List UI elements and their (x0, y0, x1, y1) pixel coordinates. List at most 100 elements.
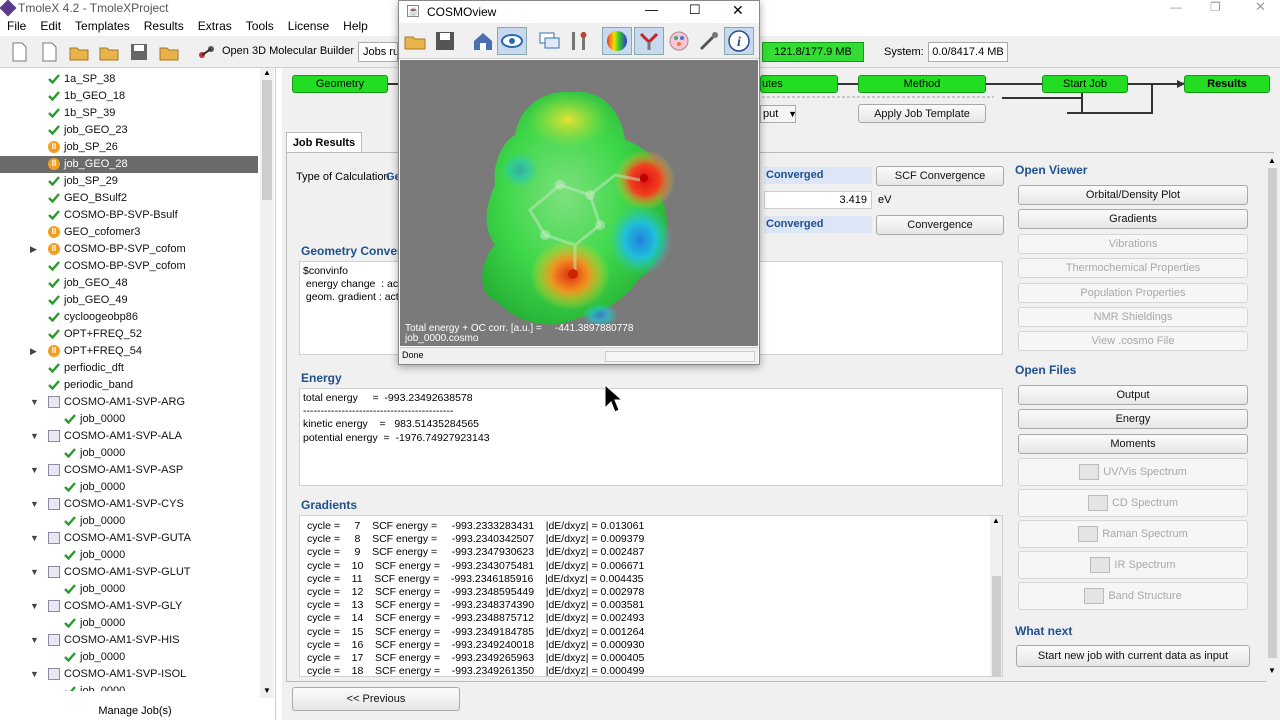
scroll-down-icon[interactable]: ▼ (263, 686, 271, 695)
close-icon[interactable]: ✕ (1255, 0, 1266, 15)
tree-item[interactable]: job_0000 (0, 513, 258, 530)
menu-item-help[interactable]: Help (336, 17, 375, 33)
tree-item[interactable]: II job_SP_26 (0, 139, 258, 156)
menu-item-results[interactable]: Results (137, 17, 191, 33)
tree-item[interactable]: 1a_SP_38 (0, 71, 258, 88)
tree-item[interactable]: COSMO-BP-SVP_cofom (0, 258, 258, 275)
windows-icon[interactable] (537, 29, 561, 53)
molecule-builder-icon[interactable] (196, 41, 218, 63)
tree-item[interactable]: ▼ COSMO-AM1-SVP-HIS (0, 632, 258, 649)
collapse-icon[interactable]: ▼ (30, 462, 39, 479)
tree-item[interactable]: job_SP_29 (0, 173, 258, 190)
tree-item[interactable]: job_0000 (0, 445, 258, 462)
tree-item[interactable]: job_GEO_48 (0, 275, 258, 292)
molecule-toggle[interactable] (634, 27, 664, 55)
tab-job-results[interactable]: Job Results (286, 132, 362, 152)
apply-template-button[interactable]: Apply Job Template (858, 104, 986, 123)
nmr-shieldings-button[interactable]: NMR Shieldings (1018, 307, 1248, 327)
tree-item[interactable]: job_GEO_49 (0, 292, 258, 309)
view-cosmo-file-button[interactable]: View .cosmo File (1018, 331, 1248, 352)
eyedropper-icon[interactable] (697, 29, 721, 53)
tree-item[interactable]: job_0000 (0, 683, 258, 691)
save-icon[interactable] (128, 41, 150, 63)
scroll-up-icon[interactable]: ▲ (992, 516, 1000, 525)
collapse-icon[interactable]: ▼ (30, 394, 39, 411)
tree-item[interactable]: job_0000 (0, 649, 258, 666)
menu-item-license[interactable]: License (281, 17, 336, 33)
open-builder-button[interactable]: Open 3D Molecular Builder (222, 45, 354, 57)
new-file-icon[interactable] (38, 41, 60, 63)
tree-item[interactable]: ▶ II COSMO-BP-SVP_cofom (0, 241, 258, 258)
moments-button[interactable]: Moments (1018, 433, 1248, 454)
gradients-scrollbar[interactable]: ▲ (990, 516, 1002, 676)
uv-vis-spectrum-button[interactable]: UV/Vis Spectrum (1018, 458, 1248, 486)
close-icon[interactable]: ✕ (732, 2, 744, 19)
scroll-thumb[interactable] (262, 80, 272, 200)
folder-icon[interactable] (158, 41, 180, 63)
collapse-icon[interactable]: ▼ (30, 428, 39, 445)
expand-icon[interactable]: ▶ (30, 343, 37, 360)
workflow-results-button[interactable]: Results (1184, 75, 1270, 93)
workflow-geometry-button[interactable]: Geometry (292, 75, 388, 93)
menu-item-templates[interactable]: Templates (68, 17, 137, 33)
settings-tools-icon[interactable] (567, 29, 591, 53)
tree-item[interactable]: job_0000 (0, 479, 258, 496)
tree-item[interactable]: 1b_SP_39 (0, 105, 258, 122)
scroll-thumb[interactable] (992, 576, 1001, 676)
orbital-density-plot-button[interactable]: Orbital/Density Plot (1018, 185, 1248, 205)
tree-item[interactable]: GEO_BSulf2 (0, 190, 258, 207)
scf-convergence-button[interactable]: SCF Convergence (876, 166, 1004, 186)
tree-item[interactable]: COSMO-BP-SVP-Bsulf (0, 207, 258, 224)
previous-button[interactable]: << Previous (292, 687, 460, 711)
manage-jobs-button[interactable]: Manage Job(s) (0, 702, 270, 720)
cd-spectrum-button[interactable]: CD Spectrum (1018, 489, 1248, 517)
population-properties-button[interactable]: Population Properties (1018, 282, 1248, 303)
menu-item-file[interactable]: File (0, 17, 33, 33)
tree-item[interactable]: job_0000 (0, 547, 258, 564)
energy-button[interactable]: Energy (1018, 409, 1248, 430)
minimize-icon[interactable]: — (645, 2, 658, 17)
collapse-icon[interactable]: ▼ (30, 530, 39, 547)
tree-item[interactable]: OPT+FREQ_52 (0, 326, 258, 343)
tree-item[interactable]: job_0000 (0, 411, 258, 428)
workflow-start-job-button[interactable]: Start Job (1042, 75, 1128, 93)
tree-scrollbar[interactable]: ▲ ▼ (260, 68, 274, 698)
open-folder-icon[interactable] (403, 29, 427, 53)
minimize-icon[interactable]: — (1170, 0, 1182, 14)
collapse-icon[interactable]: ▼ (30, 564, 39, 581)
tree-item[interactable]: ▼ COSMO-AM1-SVP-GUTA (0, 530, 258, 547)
main-scrollbar[interactable]: ▲ ▼ (1266, 154, 1279, 682)
open-folder-icon[interactable] (98, 41, 120, 63)
thermochemical-properties-button[interactable]: Thermochemical Properties (1018, 258, 1248, 279)
tree-item[interactable]: II job_GEO_28 (0, 156, 258, 173)
color-palette-icon[interactable] (667, 29, 691, 53)
maximize-icon[interactable]: ❐ (1210, 0, 1221, 14)
collapse-icon[interactable]: ▼ (30, 496, 39, 513)
workflow-attributes-button[interactable]: utes (760, 75, 838, 93)
workflow-method-button[interactable]: Method (858, 75, 986, 93)
tree-item[interactable]: II GEO_cofomer3 (0, 224, 258, 241)
convergence-button[interactable]: Convergence (876, 215, 1004, 235)
tree-item[interactable]: ▼ COSMO-AM1-SVP-GLY (0, 598, 258, 615)
band-structure-button[interactable]: Band Structure (1018, 582, 1248, 610)
info-toggle[interactable]: i (724, 27, 754, 55)
input-dropdown[interactable]: put ▼ (760, 105, 797, 123)
expand-icon[interactable]: ▶ (30, 241, 37, 258)
collapse-icon[interactable]: ▼ (30, 666, 39, 683)
tree-item[interactable]: ▼ COSMO-AM1-SVP-ISOL (0, 666, 258, 683)
gradients-button[interactable]: Gradients (1018, 209, 1248, 230)
scroll-up-icon[interactable]: ▲ (263, 68, 271, 77)
tree-item[interactable]: ▼ COSMO-AM1-SVP-CYS (0, 496, 258, 513)
vibrations-button[interactable]: Vibrations (1018, 233, 1248, 254)
menu-item-edit[interactable]: Edit (33, 17, 68, 33)
menu-item-extras[interactable]: Extras (191, 17, 239, 33)
tree-item[interactable]: ▼ COSMO-AM1-SVP-ARG (0, 394, 258, 411)
tree-item[interactable]: job_0000 (0, 615, 258, 632)
save-icon[interactable] (433, 29, 457, 53)
tree-item[interactable]: 1b_GEO_18 (0, 88, 258, 105)
tree-item[interactable]: ▼ COSMO-AM1-SVP-ALA (0, 428, 258, 445)
home-icon[interactable] (471, 29, 495, 53)
maximize-icon[interactable]: ☐ (689, 2, 701, 18)
tree-item[interactable]: periodic_band (0, 377, 258, 394)
ir-spectrum-button[interactable]: IR Spectrum (1018, 551, 1248, 579)
